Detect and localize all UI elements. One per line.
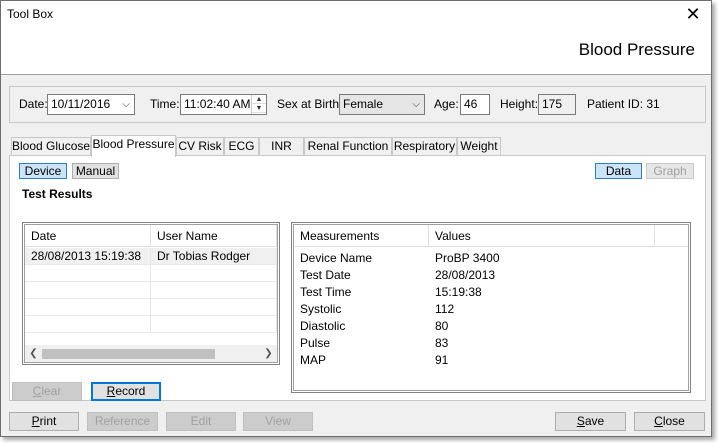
- save-button[interactable]: Save: [555, 412, 626, 431]
- measurement-name: Device Name: [300, 251, 373, 265]
- column-header-filler: [655, 225, 688, 247]
- header-divider: [1, 74, 711, 75]
- title-bar: Tool Box ✕: [1, 1, 711, 31]
- spin-up-icon[interactable]: ▲: [252, 95, 266, 104]
- time-value: 11:02:40 AM: [184, 97, 251, 111]
- chevron-down-icon: ⌵: [122, 99, 130, 110]
- page-title: Blood Pressure: [578, 40, 695, 59]
- results-table[interactable]: Date User Name 28/08/2013 15:19:38 Dr To…: [22, 222, 280, 365]
- reference-button[interactable]: Reference: [87, 412, 158, 431]
- sex-value: Female: [343, 97, 384, 111]
- empty-cell: [151, 265, 277, 282]
- empty-cell: [151, 282, 277, 299]
- manual-button[interactable]: Manual: [72, 163, 119, 179]
- empty-cell: [25, 282, 151, 299]
- tab-weight[interactable]: Weight: [457, 137, 501, 156]
- empty-cell: [151, 299, 277, 316]
- column-header-user-name[interactable]: User Name: [151, 225, 277, 247]
- age-field[interactable]: 46: [460, 94, 490, 115]
- measurement-name: Test Date: [300, 268, 351, 282]
- scrollbar-thumb[interactable]: [42, 349, 215, 359]
- empty-cell: [25, 299, 151, 316]
- spin-down-icon[interactable]: ▼: [252, 104, 266, 113]
- height-field: 175: [538, 94, 576, 115]
- time-picker[interactable]: 11:02:40 AM ▲ ▼: [180, 94, 267, 115]
- table-cell-date[interactable]: 28/08/2013 15:19:38: [25, 248, 151, 265]
- measurements-table[interactable]: Measurements Values Device Name ProBP 34…: [291, 222, 691, 393]
- record-button[interactable]: Record: [91, 382, 161, 401]
- column-header-date[interactable]: Date: [25, 225, 151, 247]
- window-title: Tool Box: [7, 7, 54, 21]
- empty-cell: [25, 265, 151, 282]
- edit-button[interactable]: Edit: [166, 412, 236, 431]
- section-title: Test Results: [22, 187, 93, 201]
- patient-id: Patient ID: 31: [587, 97, 660, 111]
- view-button[interactable]: View: [243, 412, 313, 431]
- data-view-button[interactable]: Data: [595, 163, 642, 179]
- measurement-name: Diastolic: [300, 319, 346, 333]
- age-label: Age:: [434, 97, 459, 111]
- date-value: 10/11/2016: [51, 97, 111, 111]
- empty-cell: [151, 316, 277, 333]
- measurement-value: 91: [435, 353, 449, 367]
- tab-respiratory[interactable]: Respiratory: [392, 137, 457, 156]
- header-band: Blood Pressure: [1, 31, 711, 74]
- measurement-name: Pulse: [300, 336, 331, 350]
- measurement-value: 15:19:38: [435, 285, 482, 299]
- measurement-name: Test Time: [300, 285, 352, 299]
- patient-info-row: Date: 10/11/2016 ⌵ Time: 11:02:40 AM ▲ ▼…: [9, 86, 706, 123]
- column-header-measurements[interactable]: Measurements: [294, 225, 429, 247]
- column-header-values[interactable]: Values: [429, 225, 655, 247]
- chevron-right-icon[interactable]: ❯: [261, 346, 276, 361]
- horizontal-scrollbar[interactable]: ❮ ❯: [25, 345, 277, 362]
- measurement-value: 80: [435, 319, 449, 333]
- height-label: Height:: [500, 97, 539, 111]
- chevron-left-icon[interactable]: ❮: [26, 346, 41, 361]
- tab-renal-function[interactable]: Renal Function: [304, 137, 392, 156]
- measurement-value: 28/08/2013: [435, 268, 496, 282]
- date-picker[interactable]: 10/11/2016 ⌵: [47, 94, 135, 115]
- measurement-name: MAP: [300, 353, 327, 367]
- blood-pressure-panel: Device Manual Data Graph Test Results Da…: [9, 155, 706, 401]
- graph-view-button[interactable]: Graph: [646, 163, 694, 179]
- clear-button[interactable]: Clear: [12, 382, 82, 401]
- toolbox-window: Tool Box ✕ Blood Pressure Date: 10/11/20…: [0, 0, 712, 437]
- close-button[interactable]: Close: [634, 412, 705, 431]
- measurements-table-body: Measurements Values Device Name ProBP 34…: [293, 224, 689, 391]
- tab-inr[interactable]: INR: [259, 137, 304, 156]
- time-label: Time:: [150, 97, 180, 111]
- tab-cv-risk[interactable]: CV Risk: [176, 137, 224, 156]
- sex-select[interactable]: Female ⌵: [339, 94, 425, 115]
- measurement-value: 112: [435, 302, 455, 316]
- empty-cell: [25, 316, 151, 333]
- table-cell-user-name[interactable]: Dr Tobias Rodger: [151, 248, 277, 265]
- time-spinner[interactable]: ▲ ▼: [251, 95, 266, 114]
- print-button[interactable]: Print: [9, 412, 79, 431]
- tab-ecg[interactable]: ECG: [224, 137, 259, 156]
- tab-blood-glucose[interactable]: Blood Glucose: [11, 137, 91, 156]
- chevron-down-icon: ⌵: [412, 99, 420, 110]
- measurement-value: 83: [435, 336, 449, 350]
- tab-blood-pressure[interactable]: Blood Pressure: [91, 135, 176, 157]
- close-icon[interactable]: ✕: [683, 4, 703, 24]
- measurement-value: ProBP 3400: [435, 251, 500, 265]
- measurement-name: Systolic: [300, 302, 342, 316]
- results-table-body: Date User Name 28/08/2013 15:19:38 Dr To…: [24, 224, 278, 363]
- date-label: Date:: [19, 97, 48, 111]
- device-button[interactable]: Device: [19, 163, 67, 179]
- sex-label: Sex at Birth:: [277, 97, 343, 111]
